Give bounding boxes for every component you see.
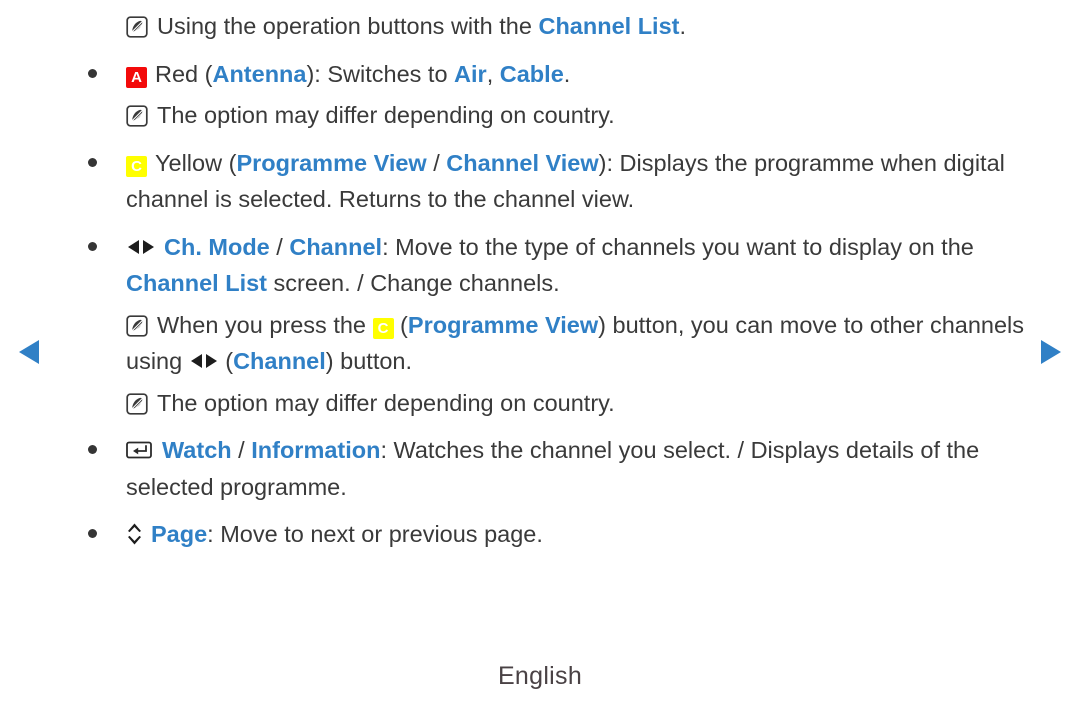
link-text[interactable]: Cable bbox=[500, 61, 564, 87]
list-item-text: C Yellow (Programme View / Channel View):… bbox=[126, 145, 1038, 218]
bullet-marker bbox=[88, 432, 126, 454]
link-text[interactable]: Channel bbox=[289, 234, 382, 260]
note-pen-icon bbox=[126, 314, 148, 337]
bullet-list-item: Ch. Mode / Channel: Move to the type of … bbox=[88, 229, 1038, 302]
heading-note-row: Using the operation buttons with the Cha… bbox=[88, 8, 1038, 45]
text-segment: , bbox=[486, 60, 500, 87]
note-pen-icon bbox=[126, 105, 148, 127]
text-segment: ( bbox=[218, 348, 234, 374]
text-segment: / bbox=[231, 437, 252, 463]
bullet-dot-icon bbox=[88, 68, 97, 78]
help-page: Using the operation buttons with the Cha… bbox=[0, 0, 1080, 705]
text-segment: When you press the bbox=[157, 311, 373, 338]
bullet-dot-icon bbox=[88, 529, 97, 538]
text-segment: Red ( bbox=[155, 60, 213, 87]
language-footer: English bbox=[497, 662, 583, 690]
heading-note-text: Using the operation buttons with the Cha… bbox=[126, 8, 1038, 45]
bullet-dot-icon bbox=[88, 241, 97, 251]
link-text[interactable]: Channel List bbox=[538, 13, 679, 39]
bullet-dot-icon bbox=[88, 157, 97, 167]
bullet-list-item: Page: Move to next or previous page. bbox=[88, 516, 1038, 553]
bullet-marker bbox=[88, 56, 126, 78]
link-text[interactable]: Channel bbox=[233, 348, 326, 374]
bullet-marker bbox=[88, 516, 126, 538]
text-segment: Using the operation buttons with the bbox=[157, 13, 539, 39]
text-segment: : Move to the type of channels you want … bbox=[382, 233, 974, 260]
note-pen-icon bbox=[126, 392, 148, 415]
text-segment: ): Switches to bbox=[306, 60, 455, 87]
link-text[interactable]: Programme View bbox=[236, 150, 426, 176]
list-item-text: Ch. Mode / Channel: Move to the type of … bbox=[126, 229, 1038, 302]
text-segment: ) button. bbox=[325, 348, 413, 374]
text-segment: . bbox=[679, 13, 687, 39]
text-segment: / bbox=[269, 233, 290, 260]
note-list-item: The option may differ depending on count… bbox=[88, 385, 1038, 422]
link-text[interactable]: Watch bbox=[162, 437, 232, 463]
previous-page-arrow[interactable] bbox=[14, 335, 48, 369]
note-pen-icon bbox=[126, 16, 148, 38]
yellow-c-button-icon: C bbox=[126, 155, 147, 177]
text-segment: screen. / Change channels. bbox=[267, 270, 560, 296]
link-text[interactable]: Information bbox=[251, 437, 380, 463]
text-segment: / bbox=[426, 149, 447, 176]
bullet-list-item: Watch / Information: Watches the channel… bbox=[88, 432, 1038, 505]
list-item-text: Page: Move to next or previous page. bbox=[126, 516, 1038, 553]
left-right-arrows-icon bbox=[126, 237, 156, 257]
text-segment: : Move to next or previous page. bbox=[207, 521, 543, 547]
link-text[interactable]: Antenna bbox=[212, 61, 306, 87]
bullet-marker bbox=[88, 229, 126, 251]
link-text[interactable]: Channel List bbox=[126, 270, 267, 296]
bullet-list-item: A Red (Antenna): Switches to Air, Cable. bbox=[88, 56, 1038, 93]
up-down-arrows-icon bbox=[126, 522, 143, 546]
text-segment: The option may differ depending on count… bbox=[157, 102, 615, 128]
link-text[interactable]: Channel View bbox=[446, 150, 598, 176]
enter-key-icon bbox=[126, 440, 154, 460]
link-text[interactable]: Ch. Mode bbox=[164, 234, 270, 260]
link-text[interactable]: Programme View bbox=[408, 312, 598, 338]
text-segment: Yellow ( bbox=[155, 149, 237, 176]
help-content: Using the operation buttons with the Cha… bbox=[88, 8, 1038, 553]
text-segment: ( bbox=[393, 311, 408, 338]
link-text[interactable]: Air bbox=[454, 61, 487, 87]
bullet-marker bbox=[88, 145, 126, 167]
list-item-text: Watch / Information: Watches the channel… bbox=[126, 432, 1038, 505]
triangle-left-icon bbox=[14, 335, 48, 369]
bullet-list-item: C Yellow (Programme View / Channel View):… bbox=[88, 145, 1038, 218]
list-item-text: The option may differ depending on count… bbox=[126, 97, 1038, 134]
note-list-item: When you press the C (Programme View) bu… bbox=[88, 307, 1038, 380]
list-item-text: When you press the C (Programme View) bu… bbox=[126, 307, 1038, 380]
text-segment: . bbox=[563, 60, 571, 87]
list-item-text: The option may differ depending on count… bbox=[126, 385, 1038, 422]
left-right-arrows-icon bbox=[189, 351, 219, 371]
bullet-dot-icon bbox=[88, 445, 97, 454]
text-segment: The option may differ depending on count… bbox=[157, 389, 615, 416]
link-text[interactable]: Page bbox=[151, 521, 207, 547]
red-a-button-icon: A bbox=[126, 66, 147, 88]
note-list-item: The option may differ depending on count… bbox=[88, 97, 1038, 134]
yellow-c-button-icon: C bbox=[372, 317, 394, 339]
list-item-text: A Red (Antenna): Switches to Air, Cable. bbox=[126, 56, 1038, 93]
